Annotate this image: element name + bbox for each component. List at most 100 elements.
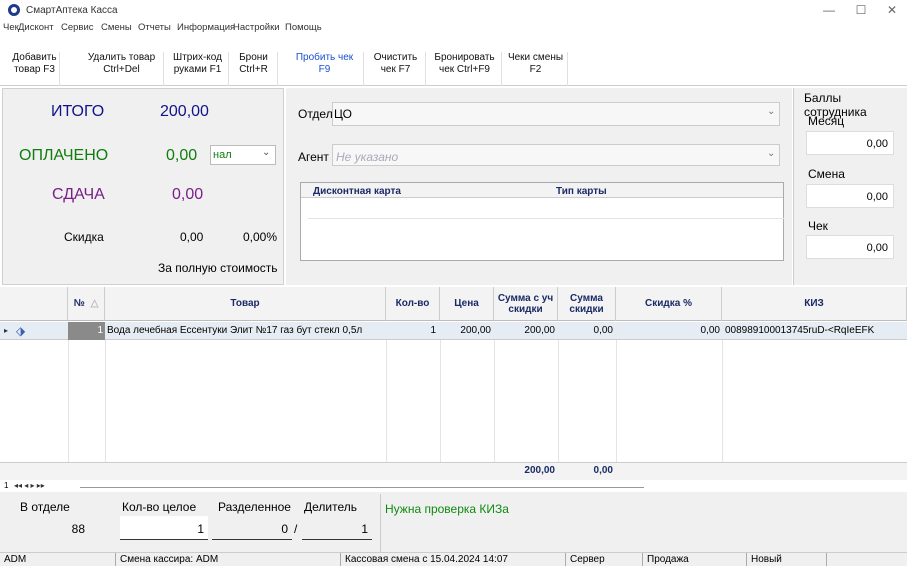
- divider-label: Делитель: [304, 500, 357, 514]
- row-pointer-icon: ▸: [4, 326, 9, 335]
- footer-discount: 0,00: [593, 465, 613, 476]
- menu-settings[interactable]: Настройки: [233, 22, 280, 33]
- pager-nav-icon[interactable]: ◂◂ ◂ ▸ ▸▸: [14, 481, 45, 490]
- product-discount: 0,00: [593, 325, 613, 336]
- column-discount-percent[interactable]: Скидка %: [616, 287, 722, 321]
- product-name: Вода лечебная Ессентуки Элит №17 газ бут…: [107, 325, 363, 336]
- column-product[interactable]: Товар: [105, 287, 386, 321]
- add-item-button[interactable]: Добавить товар F3: [10, 52, 60, 86]
- total-value: 200,00: [160, 103, 209, 120]
- discount-value: 0,00: [180, 230, 204, 244]
- discount-label: Скидка: [64, 230, 104, 244]
- total-label: ИТОГО: [51, 103, 105, 120]
- column-kiz[interactable]: КИЗ: [722, 287, 907, 321]
- department-select[interactable]: [332, 102, 780, 126]
- menu-reports[interactable]: Отчеты: [138, 22, 171, 33]
- card-type-column: Тип карты: [556, 186, 607, 197]
- column-number[interactable]: № △: [68, 287, 105, 321]
- product-sum: 200,00: [524, 325, 555, 336]
- delete-item-button[interactable]: Удалить товар Ctrl+Del: [80, 52, 164, 86]
- month-points: 0,00: [806, 131, 894, 155]
- department-label: Отдел: [298, 107, 333, 121]
- split-value: 0: [281, 522, 288, 536]
- title-bar: [0, 0, 907, 22]
- paid-value: 0,00: [166, 147, 198, 164]
- column-sum-with-discount[interactable]: Сумма с уч скидки: [494, 287, 558, 321]
- status-cashier-shift: Смена кассира: ADM: [120, 554, 219, 565]
- whole-qty-value: 1: [197, 522, 204, 536]
- grid-pager: [0, 480, 907, 492]
- grid-line: [68, 340, 69, 462]
- chevron-down-icon: ⌄: [767, 148, 776, 159]
- discount-percent: 0,00%: [243, 230, 278, 244]
- shift-points: 0,00: [806, 184, 894, 208]
- chevron-down-icon: ⌄: [262, 147, 271, 158]
- menu-check[interactable]: Чек: [3, 22, 19, 33]
- in-department-value: 88: [71, 522, 85, 536]
- row-indicator-header: [0, 287, 68, 321]
- whole-qty-label: Кол-во целое: [122, 500, 197, 514]
- status-bar: ADM Смена кассира: ADM Кассовая смена с …: [0, 552, 907, 566]
- status-user: ADM: [4, 554, 27, 565]
- app-logo-icon: [8, 4, 20, 16]
- payment-type-value: нал: [213, 149, 232, 161]
- grid-footer: [0, 462, 907, 480]
- check-points: 0,00: [806, 235, 894, 259]
- split-label: Разделенное: [218, 500, 291, 514]
- menu-info[interactable]: Информация: [177, 22, 235, 33]
- reservations-button[interactable]: Брони Ctrl+R: [230, 52, 278, 86]
- grid-line: [494, 340, 495, 462]
- grid-line: [558, 340, 559, 462]
- column-discount-sum[interactable]: Сумма скидки: [558, 287, 616, 321]
- grid-line: [386, 340, 387, 462]
- grid-line: [105, 340, 106, 462]
- pager-scrollbar[interactable]: [80, 487, 644, 488]
- menu-discount[interactable]: Дисконт: [18, 22, 54, 33]
- menu-bar: Чек Дисконт Сервис Смены Отчеты Информац…: [0, 22, 907, 36]
- in-department-label: В отделе: [20, 500, 70, 514]
- footer-sum: 200,00: [524, 465, 555, 476]
- change-label: СДАЧА: [52, 186, 105, 203]
- department-value: ЦО: [334, 107, 352, 121]
- shift-label: Смена: [808, 167, 845, 181]
- shift-checks-button[interactable]: Чеки смены F2: [504, 52, 568, 86]
- grid-line: [722, 340, 723, 462]
- minimize-button[interactable]: —: [814, 0, 844, 22]
- status-server: Сервер: [570, 554, 605, 565]
- full-price-label: За полную стоимость: [158, 261, 278, 275]
- clear-check-button[interactable]: Очистить чек F7: [366, 52, 426, 86]
- product-discount-percent: 0,00: [700, 325, 720, 336]
- split-slash: /: [294, 522, 298, 536]
- book-check-button[interactable]: Бронировать чек Ctrl+F9: [428, 52, 502, 86]
- window-title: СмартАптека Касса: [26, 5, 118, 16]
- discount-card-column: Дисконтная карта: [313, 186, 401, 197]
- manual-barcode-button[interactable]: Штрих-код руками F1: [167, 52, 229, 86]
- grid-line: [616, 340, 617, 462]
- change-value: 0,00: [172, 186, 204, 203]
- status-cash-shift: Кассовая смена с 15.04.2024 14:07: [345, 554, 508, 565]
- chevron-down-icon: ⌄: [767, 106, 776, 117]
- product-qty: 1: [430, 325, 436, 336]
- tag-icon[interactable]: ⬗: [16, 322, 25, 340]
- agent-select[interactable]: [332, 144, 780, 166]
- product-price: 200,00: [460, 325, 491, 336]
- column-price[interactable]: Цена: [440, 287, 494, 321]
- row-number: 1: [97, 325, 103, 336]
- menu-service[interactable]: Сервис: [61, 22, 94, 33]
- discount-row-line: [308, 218, 784, 219]
- close-button[interactable]: ✕: [877, 0, 907, 22]
- agent-label: Агент: [298, 150, 329, 164]
- menu-shifts[interactable]: Смены: [101, 22, 132, 33]
- check-label: Чек: [808, 219, 828, 233]
- column-qty[interactable]: Кол-во: [386, 287, 440, 321]
- maximize-button[interactable]: ☐: [846, 0, 876, 22]
- status-state: Новый: [751, 554, 782, 565]
- divider-value: 1: [361, 522, 368, 536]
- grid-line: [440, 340, 441, 462]
- kiz-check-message: Нужна проверка КИЗа: [385, 502, 509, 516]
- punch-check-button[interactable]: Пробить чек F9: [286, 52, 364, 86]
- menu-help[interactable]: Помощь: [285, 22, 322, 33]
- paid-label: ОПЛАЧЕНО: [19, 147, 109, 164]
- summary-panel: [2, 88, 284, 285]
- status-mode: Продажа: [647, 554, 689, 565]
